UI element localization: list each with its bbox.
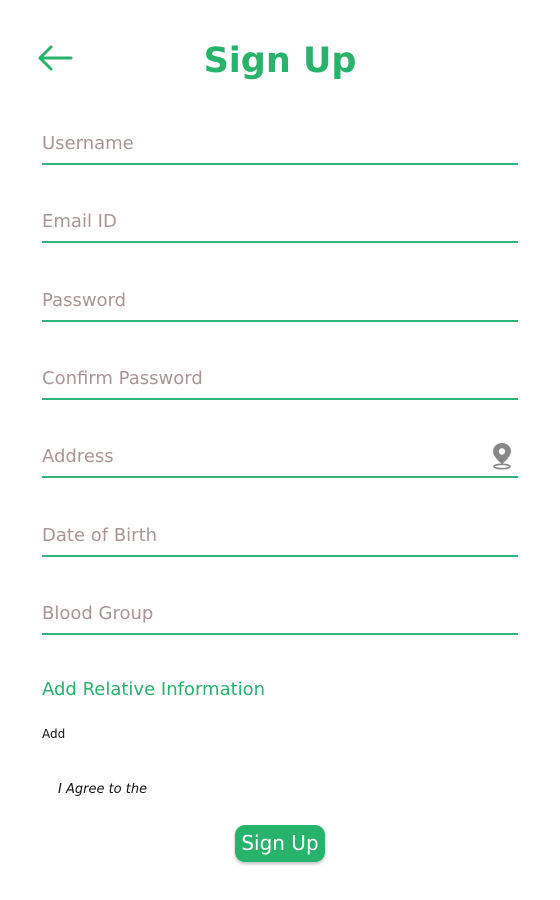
location-pin-icon[interactable] xyxy=(490,442,514,470)
username-input[interactable] xyxy=(42,125,482,161)
terms-agree-text[interactable]: I Agree to the xyxy=(58,782,147,797)
date-of-birth-field xyxy=(42,517,518,557)
address-input[interactable] xyxy=(42,438,482,474)
date-of-birth-input[interactable] xyxy=(42,517,482,553)
signup-screen: Sign Up Add Relative Information Add I A… xyxy=(0,0,560,900)
add-relative-information-heading[interactable]: Add Relative Information xyxy=(42,679,265,700)
password-field xyxy=(42,282,518,322)
username-field xyxy=(42,125,518,165)
address-field xyxy=(42,438,518,478)
add-relative-button[interactable]: Add xyxy=(42,727,65,741)
email-input[interactable] xyxy=(42,203,482,239)
blood-group-field xyxy=(42,595,518,635)
password-input[interactable] xyxy=(42,282,482,318)
confirm-password-input[interactable] xyxy=(42,360,482,396)
email-field xyxy=(42,203,518,243)
page-title: Sign Up xyxy=(203,41,357,81)
blood-group-input[interactable] xyxy=(42,595,482,631)
sign-up-button[interactable]: Sign Up xyxy=(235,825,325,862)
confirm-password-field xyxy=(42,360,518,400)
